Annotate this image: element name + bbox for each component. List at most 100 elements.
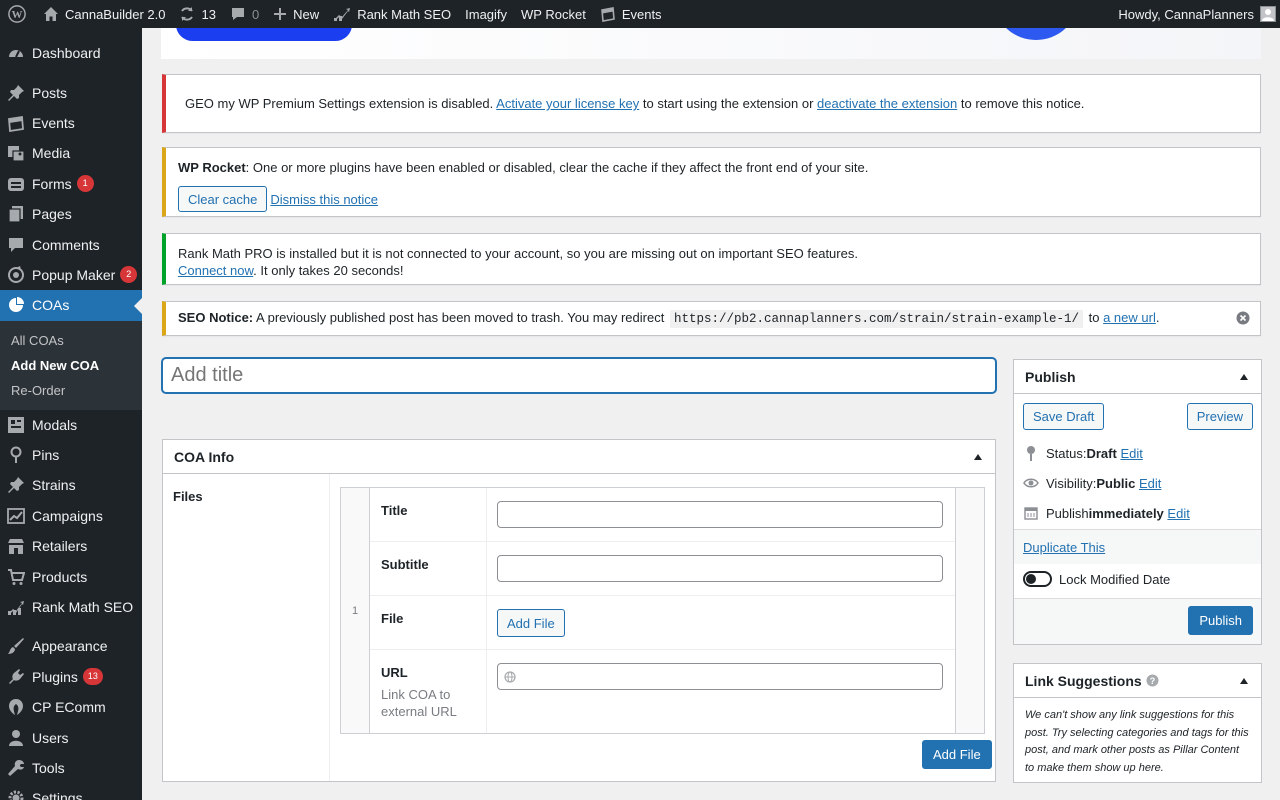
menu-item-tools[interactable]: Tools [0, 753, 142, 783]
site-name-link[interactable]: CannaBuilder 2.0 [36, 0, 172, 28]
banner-button-shape[interactable] [176, 28, 352, 41]
clear-cache-button[interactable]: Clear cache [178, 186, 268, 212]
activate-license-link[interactable]: Activate your license key [496, 96, 639, 111]
menu-label: Settings [32, 790, 83, 800]
coa-title-input[interactable] [497, 501, 943, 528]
menu-item-products[interactable]: Products [0, 561, 142, 591]
field-label: File [370, 596, 487, 649]
submenu-re-order[interactable]: Re-Order [0, 378, 142, 403]
deactivate-extension-link[interactable]: deactivate the extension [817, 96, 957, 111]
dashboard-icon [7, 44, 25, 62]
add-file-inline-button[interactable]: Add File [497, 609, 565, 637]
field-row-url: URL Link COA to external URL [370, 650, 956, 733]
collapse-arrow-icon[interactable] [974, 453, 982, 460]
dismiss-notice-link[interactable]: Dismiss this notice [270, 192, 378, 207]
metabox-header[interactable]: Link Suggestions ? [1014, 664, 1261, 698]
url-description: Link COA to external URL [381, 687, 457, 719]
menu-label: Modals [32, 416, 78, 433]
collapse-arrow-icon[interactable] [1240, 677, 1248, 684]
metabox-header[interactable]: COA Info [163, 440, 995, 474]
row-remove-column [955, 488, 984, 733]
files-label-column: Files [163, 474, 330, 781]
rankmath-icon [333, 7, 351, 21]
menu-item-users[interactable]: Users [0, 722, 142, 752]
post-title-input[interactable] [162, 358, 996, 393]
menu-item-cp-ecomm[interactable]: CP EComm [0, 692, 142, 722]
edit-status-link[interactable]: Edit [1120, 446, 1142, 461]
notice-text: A previously published post has been mov… [253, 310, 668, 325]
menu-item-appearance[interactable]: Appearance [0, 631, 142, 661]
wordpress-logo[interactable]: W [0, 0, 36, 28]
menu-item-forms[interactable]: Forms 1 [0, 169, 142, 199]
campaigns-icon [7, 507, 25, 525]
main-content: GEO my WP Premium Settings extension is … [142, 28, 1280, 800]
field-row-subtitle: Subtitle [370, 542, 956, 596]
menu-item-strains[interactable]: Strains [0, 470, 142, 500]
admin-bar: W CannaBuilder 2.0 13 0 New Rank Math SE… [0, 0, 1280, 28]
globe-icon [504, 670, 516, 683]
add-file-button[interactable]: Add File [922, 740, 992, 769]
dismiss-icon[interactable] [1236, 311, 1250, 325]
lock-modified-toggle[interactable] [1023, 571, 1052, 587]
menu-item-popup-maker[interactable]: Popup Maker 2 [0, 260, 142, 290]
row-order-handle[interactable]: 1 [341, 488, 370, 733]
preview-button[interactable]: Preview [1186, 403, 1253, 430]
wordpress-icon: W [8, 5, 26, 23]
menu-item-dashboard[interactable]: Dashboard [0, 38, 142, 68]
new-content-link[interactable]: New [266, 0, 326, 28]
events-link[interactable]: Events [593, 0, 669, 28]
comments-count: 0 [251, 6, 260, 22]
wp-rocket-notice: WP Rocket: One or more plugins have been… [162, 147, 1261, 217]
coa-subtitle-input[interactable] [497, 555, 943, 582]
field-label: Subtitle [370, 542, 487, 595]
menu-item-coas[interactable]: COAs [0, 290, 142, 321]
menu-item-settings[interactable]: Settings [0, 783, 142, 800]
wprocket-link[interactable]: WP Rocket [514, 0, 593, 28]
imagify-link[interactable]: Imagify [458, 0, 514, 28]
notice-text: . [1155, 310, 1160, 325]
menu-item-events[interactable]: Events [0, 108, 142, 138]
menu-label: Pages [32, 206, 72, 223]
connect-now-link[interactable]: Connect now [178, 263, 253, 278]
plus-icon [273, 7, 287, 21]
coas-submenu: All COAs Add New COA Re-Order [0, 320, 142, 410]
submenu-add-new-coa[interactable]: Add New COA [0, 353, 142, 378]
menu-item-pins[interactable]: Pins [0, 440, 142, 470]
submenu-all-coas[interactable]: All COAs [0, 328, 142, 353]
avatar [1260, 6, 1276, 22]
menu-item-plugins[interactable]: Plugins 13 [0, 662, 142, 692]
menu-label: Events [32, 114, 75, 131]
cart-icon [7, 568, 25, 586]
edit-publish-time-link[interactable]: Edit [1167, 506, 1189, 521]
menu-item-modals[interactable]: Modals [0, 410, 142, 440]
menu-item-rank-math[interactable]: Rank Math SEO [0, 592, 142, 622]
forms-count-badge: 1 [76, 175, 94, 193]
geo-license-notice: GEO my WP Premium Settings extension is … [162, 74, 1261, 133]
updates-link[interactable]: 13 [172, 0, 222, 28]
save-draft-button[interactable]: Save Draft [1023, 403, 1105, 430]
comments-link[interactable]: 0 [223, 0, 266, 28]
menu-label: Pins [32, 447, 60, 464]
menu-item-retailers[interactable]: Retailers [0, 531, 142, 561]
trashed-url: https://pb2.cannaplanners.com/strain/str… [669, 310, 1084, 328]
menu-item-campaigns[interactable]: Campaigns [0, 501, 142, 531]
help-icon[interactable]: ? [1146, 674, 1159, 687]
collapse-arrow-icon[interactable] [1240, 373, 1248, 380]
menu-item-media[interactable]: Media [0, 138, 142, 168]
publish-button[interactable]: Publish [1188, 606, 1253, 635]
my-account-link[interactable]: Howdy, CannaPlanners [1111, 0, 1280, 28]
edit-visibility-link[interactable]: Edit [1139, 476, 1161, 491]
menu-item-pages[interactable]: Pages [0, 199, 142, 229]
lock-modified-label: Lock Modified Date [1059, 571, 1171, 587]
menu-item-posts[interactable]: Posts [0, 77, 142, 107]
metabox-header[interactable]: Publish [1014, 360, 1261, 394]
coa-url-input[interactable] [497, 663, 943, 690]
duplicate-this-link[interactable]: Duplicate This [1023, 540, 1105, 555]
menu-item-comments[interactable]: Comments [0, 229, 142, 259]
menu-label: Campaigns [32, 507, 103, 524]
rankmath-link[interactable]: Rank Math SEO [326, 0, 458, 28]
new-url-link[interactable]: a new url [1103, 310, 1156, 325]
publish-time-row: Publish immediately Edit [1014, 498, 1261, 528]
comment-icon [230, 6, 246, 22]
media-icon [7, 144, 25, 162]
